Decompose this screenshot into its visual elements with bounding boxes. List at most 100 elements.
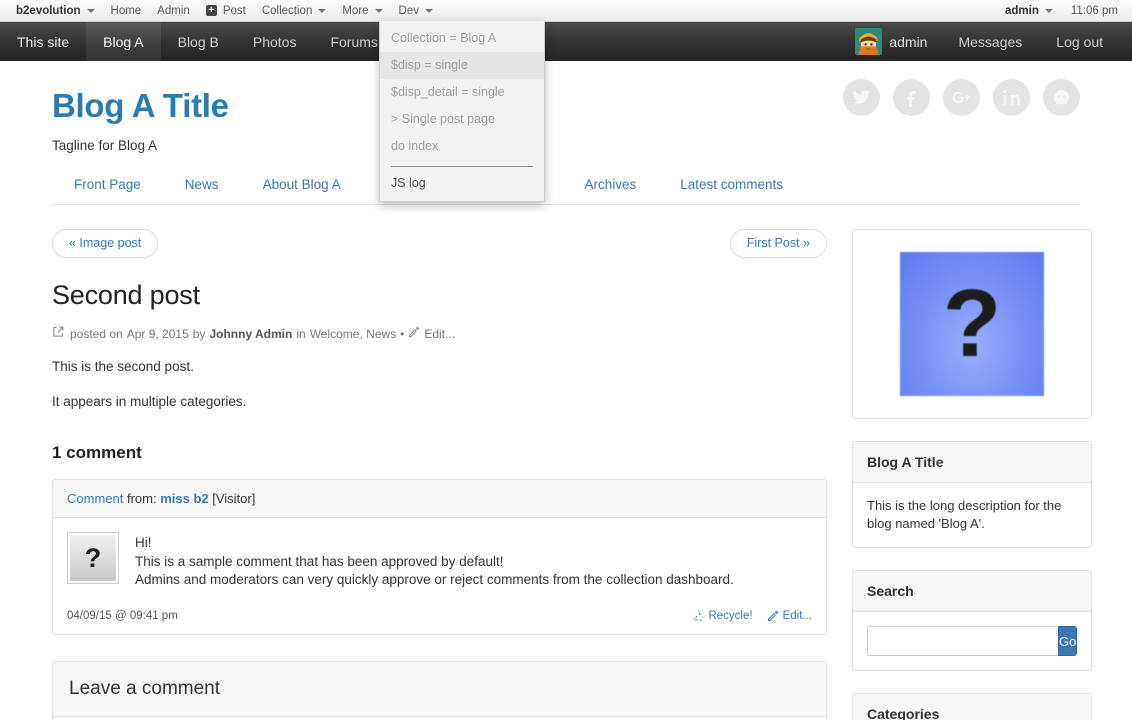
- nav-tab-photos-label: Photos: [252, 33, 297, 50]
- chevron-down-icon: [318, 8, 327, 13]
- site-nav-right-group: admin Messages Log out: [841, 22, 1132, 61]
- comment-actions: Recycle! Edit...: [692, 610, 812, 622]
- sidebar-blog-widget: Blog A Title This is the long descriptio…: [852, 441, 1092, 548]
- edit-icon[interactable]: [408, 326, 420, 341]
- comment-edit-label: Edit...: [782, 609, 812, 622]
- googleplus-icon[interactable]: [943, 79, 980, 116]
- twitter-icon[interactable]: [843, 79, 880, 116]
- search-input[interactable]: [867, 626, 1058, 656]
- comment-footer: 04/09/15 @ 09:41 pm Recycle! Edit...: [53, 604, 826, 634]
- dev-menu-item-collection[interactable]: Collection = Blog A: [380, 25, 544, 52]
- comments-heading: 1 comment: [52, 443, 142, 462]
- chevron-down-icon: [1044, 8, 1053, 13]
- comment-line-2: This is a sample comment that has been a…: [135, 553, 504, 569]
- sidebar-blog-widget-body: This is the long description for the blo…: [867, 498, 1062, 531]
- post-navigation: « Image post First Post »: [52, 229, 827, 258]
- sidebar-search-widget: Search Go: [852, 570, 1092, 671]
- comment-body: ? Hi! This is a sample comment that has …: [53, 518, 826, 604]
- search-go-button[interactable]: Go: [1058, 626, 1078, 656]
- recycle-action-label: Recycle!: [708, 609, 753, 622]
- sidebar-categories-widget: Categories All: [852, 693, 1092, 720]
- evobar-item-home-label: Home: [110, 4, 142, 17]
- dev-menu-item-js-log[interactable]: JS log: [380, 167, 544, 201]
- sidebar-categories-widget-title: Categories: [853, 694, 1091, 720]
- dev-menu-item-do-index[interactable]: do index: [380, 133, 544, 160]
- dev-menu-item-disp-detail[interactable]: $disp_detail = single: [380, 79, 544, 106]
- coll-link-archives[interactable]: Archives: [562, 177, 658, 192]
- sidebar-blog-widget-title: Blog A Title: [853, 442, 1091, 483]
- chevron-down-icon: [86, 8, 95, 13]
- comment-author[interactable]: miss b2: [160, 491, 208, 506]
- evobar-item-collection-label: Collection: [261, 4, 313, 17]
- permalink-icon[interactable]: [52, 326, 64, 341]
- collection-nav: Front Page News About Blog A Contact Cat…: [52, 177, 1080, 205]
- chevron-down-icon: [425, 8, 433, 13]
- nav-logout-label: Log out: [1056, 33, 1103, 50]
- plus-icon: +: [205, 5, 217, 16]
- nav-user-link[interactable]: admin: [841, 28, 941, 55]
- search-row: Go: [867, 626, 1078, 656]
- site-nav-bar: This site Blog A Blog B Photos Forums Ma…: [0, 22, 1132, 61]
- evobar-brand-label: b2evolution: [16, 4, 81, 17]
- post-in-label: in: [296, 326, 306, 341]
- next-post-button[interactable]: First Post »: [729, 229, 827, 258]
- post-author[interactable]: Johnny Admin: [209, 327, 292, 341]
- evobar-item-dev-label: Dev: [398, 4, 419, 17]
- evobar-item-post[interactable]: + Post: [198, 0, 254, 22]
- coll-link-about[interactable]: About Blog A: [241, 177, 363, 192]
- evobar-user-menu[interactable]: admin: [997, 0, 1061, 22]
- nav-logout-link[interactable]: Log out: [1039, 34, 1120, 50]
- evobar-right-group: admin 11:06 pm: [997, 0, 1132, 22]
- recycle-action[interactable]: Recycle!: [692, 609, 753, 622]
- comment-avatar-glyph: ?: [70, 535, 116, 581]
- evobar-brand[interactable]: b2evolution: [8, 0, 103, 22]
- post-paragraph-2: It appears in multiple categories.: [52, 394, 247, 409]
- nav-messages-link[interactable]: Messages: [941, 34, 1039, 50]
- sidebar-search-widget-title: Search: [853, 571, 1091, 612]
- nav-tab-blog-b-label: Blog B: [177, 33, 219, 50]
- linkedin-icon[interactable]: [993, 79, 1030, 116]
- evobar-user-label: admin: [1005, 4, 1039, 17]
- nav-tab-this-site[interactable]: This site: [0, 22, 86, 61]
- comment-edit-action[interactable]: Edit...: [767, 610, 812, 622]
- chevron-down-icon: [374, 8, 383, 13]
- evobar-item-dev[interactable]: Dev: [391, 0, 441, 22]
- evobar-item-more-label: More: [342, 4, 369, 17]
- post-categories[interactable]: Welcome, News: [310, 327, 396, 341]
- coll-link-latest-comments[interactable]: Latest comments: [658, 177, 805, 192]
- nav-messages-label: Messages: [958, 33, 1023, 50]
- post-date: Apr 9, 2015: [126, 326, 189, 341]
- dev-dropdown-menu[interactable]: Collection = Blog A $disp = single $disp…: [379, 21, 545, 202]
- nav-tab-this-site-label: This site: [17, 33, 70, 50]
- leave-comment-body: User: Johnny Admin: [53, 717, 826, 720]
- dev-menu-item-disp[interactable]: $disp = single: [380, 52, 544, 79]
- comment-link[interactable]: Comment: [67, 491, 123, 506]
- post-edit-label[interactable]: Edit...: [424, 327, 455, 341]
- recycle-icon: [693, 609, 703, 621]
- evobar-item-admin[interactable]: Admin: [149, 0, 198, 22]
- comment-avatar: ?: [67, 532, 119, 584]
- comment-line-3: Admins and moderators can very quickly a…: [135, 572, 734, 587]
- sidebar-image-widget: ?: [852, 229, 1092, 419]
- post-paragraph-1: This is the second post.: [52, 359, 194, 374]
- comment-line-1: Hi!: [135, 535, 152, 550]
- edit-icon: [767, 610, 778, 621]
- coll-link-news[interactable]: News: [163, 177, 241, 192]
- comment-from-mid: from:: [123, 491, 161, 506]
- evobar-item-post-label: Post: [222, 4, 246, 17]
- coll-link-front-page[interactable]: Front Page: [52, 177, 163, 192]
- prev-post-button[interactable]: « Image post: [52, 229, 159, 258]
- nav-tab-photos[interactable]: Photos: [236, 22, 314, 61]
- dev-menu-item-single-post-page[interactable]: > Single post page: [380, 106, 544, 133]
- comment-timestamp: 04/09/15 @ 09:41 pm: [67, 609, 178, 622]
- evobar-item-more[interactable]: More: [334, 0, 390, 22]
- github-icon[interactable]: [1043, 79, 1080, 116]
- facebook-icon[interactable]: [893, 79, 930, 116]
- main-layout: « Image post First Post » Second post po…: [52, 229, 1092, 720]
- evobar-item-collection[interactable]: Collection: [254, 0, 335, 22]
- leave-comment-form: Leave a comment User: Johnny Admin: [52, 660, 827, 720]
- nav-tab-blog-a[interactable]: Blog A: [86, 22, 161, 61]
- nav-tab-blog-b[interactable]: Blog B: [161, 22, 236, 61]
- evobar-item-home[interactable]: Home: [103, 0, 150, 22]
- social-links: [843, 79, 1080, 116]
